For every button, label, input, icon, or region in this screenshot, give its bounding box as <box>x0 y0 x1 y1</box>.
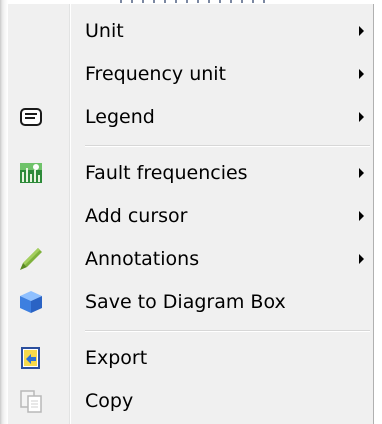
menu-item-label: Frequency unit <box>85 63 227 85</box>
menu-item-export[interactable]: Export <box>8 337 373 380</box>
context-menu: Unit Frequency unit Legend Fault frequen… <box>8 4 374 424</box>
menu-item-fault-frequencies[interactable]: Fault frequencies <box>8 152 373 195</box>
menu-item-label: Unit <box>85 20 124 42</box>
menu-item-label: Save to Diagram Box <box>85 291 286 313</box>
submenu-arrow-icon <box>359 26 364 36</box>
copy-icon <box>18 388 44 414</box>
menu-separator <box>85 145 370 147</box>
pencil-icon <box>18 246 44 272</box>
menu-item-save-to-diagram-box[interactable]: Save to Diagram Box <box>8 281 373 324</box>
underlying-window-edge <box>0 0 8 424</box>
submenu-arrow-icon <box>359 254 364 264</box>
menu-item-label: Add cursor <box>85 205 188 227</box>
submenu-arrow-icon <box>359 112 364 122</box>
export-icon <box>18 345 44 371</box>
submenu-arrow-icon <box>359 69 364 79</box>
menu-item-unit[interactable]: Unit <box>8 10 373 53</box>
page: Unit Frequency unit Legend Fault frequen… <box>0 0 382 424</box>
menu-item-annotations[interactable]: Annotations <box>8 238 373 281</box>
submenu-arrow-icon <box>359 168 364 178</box>
menu-item-add-cursor[interactable]: Add cursor <box>8 195 373 238</box>
menu-item-frequency-unit[interactable]: Frequency unit <box>8 53 373 96</box>
submenu-arrow-icon <box>359 211 364 221</box>
cube-icon <box>18 289 44 315</box>
menu-item-label: Fault frequencies <box>85 162 248 184</box>
menu-item-legend[interactable]: Legend <box>8 96 373 139</box>
menu-item-label: Legend <box>85 106 155 128</box>
menu-item-label: Annotations <box>85 248 200 270</box>
menu-item-label: Export <box>85 347 148 369</box>
legend-icon <box>18 104 44 130</box>
underlying-axis-ticks <box>120 0 270 3</box>
menu-separator <box>85 330 370 332</box>
menu-item-label: Copy <box>85 390 134 412</box>
menu-item-copy[interactable]: Copy <box>8 380 373 423</box>
fault-frequencies-icon <box>18 160 44 186</box>
